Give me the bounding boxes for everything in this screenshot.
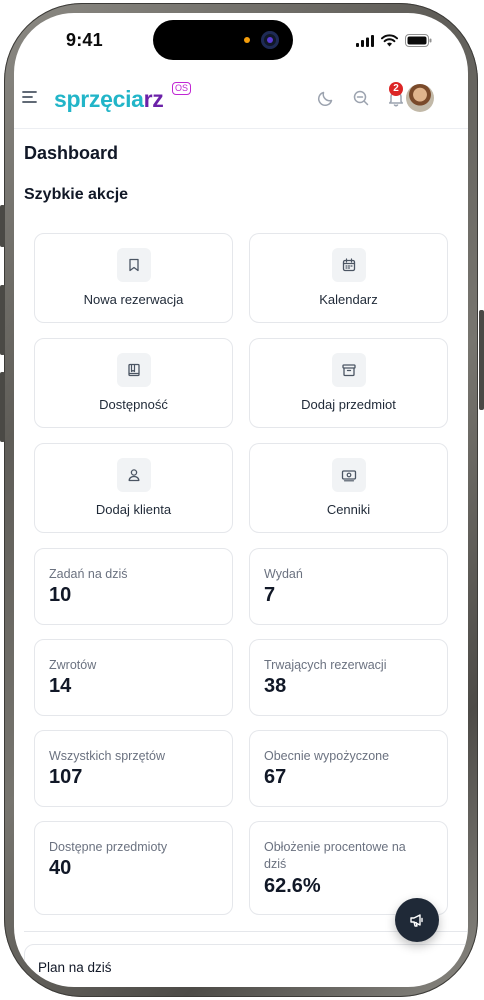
zoom-out-icon[interactable] xyxy=(351,88,371,108)
quick-action-icon-box xyxy=(332,458,366,492)
quick-action-availability[interactable]: Dostępność xyxy=(34,338,233,428)
phone-action-button xyxy=(0,205,5,247)
quick-action-icon-box xyxy=(117,458,151,492)
stat-label: Obecnie wypożyczone xyxy=(264,749,390,763)
stat-value: 62.6% xyxy=(264,875,321,897)
user-icon xyxy=(128,469,140,482)
logo-text: sprzęcia xyxy=(54,86,144,112)
banknote-icon xyxy=(341,470,357,482)
stat-label: Trwających rezerwacji xyxy=(264,658,387,672)
stat-value: 107 xyxy=(49,766,83,788)
quick-action-label: Dodaj przedmiot xyxy=(301,397,396,412)
app-logo[interactable]: sprzęciarz xyxy=(54,86,164,113)
phone-screen: 9:41 sprzęciarz OS 2 Dashboard Szybkie a… xyxy=(14,13,468,987)
quick-actions-title: Szybkie akcje xyxy=(24,186,129,203)
stat-label: Zwrotów xyxy=(49,658,97,672)
page-title: Dashboard xyxy=(24,143,119,163)
battery-icon xyxy=(405,34,432,47)
book-icon xyxy=(128,363,140,377)
stat-value: 67 xyxy=(264,766,287,788)
feedback-button[interactable] xyxy=(395,898,439,942)
quick-action-calendar[interactable]: Kalendarz xyxy=(249,233,448,323)
plan-title: Plan na dziś xyxy=(38,960,112,975)
quick-action-add-item[interactable]: Dodaj przedmiot xyxy=(249,338,448,428)
moon-icon[interactable] xyxy=(316,88,336,108)
stat-label: Wszystkich sprzętów xyxy=(49,749,165,763)
phone-volume-up xyxy=(0,285,5,355)
stat-value: 10 xyxy=(49,584,72,606)
app-header: sprzęciarz OS 2 xyxy=(14,70,468,129)
stat-label: Dostępne przedmioty xyxy=(49,840,168,854)
logo-text-accent: rz xyxy=(143,86,164,112)
logo-badge: OS xyxy=(172,82,192,95)
bookmark-icon xyxy=(129,258,139,272)
quick-action-icon-box xyxy=(117,353,151,387)
quick-action-label: Nowa rezerwacja xyxy=(83,292,184,307)
calendar-icon xyxy=(342,258,356,272)
quick-action-label: Kalendarz xyxy=(319,292,378,307)
quick-action-add-client[interactable]: Dodaj klienta xyxy=(34,443,233,533)
stat-card-all-equipment: Wszystkich sprzętów 107 xyxy=(34,730,233,807)
menu-icon[interactable] xyxy=(20,87,40,107)
stat-card-currently-rented: Obecnie wypożyczone 67 xyxy=(249,730,448,807)
stat-card-available-items: Dostępne przedmioty 40 xyxy=(34,821,233,915)
stat-label: Obłożenie procentowe na dziś xyxy=(264,840,406,871)
quick-action-icon-box xyxy=(117,248,151,282)
phone-power-button xyxy=(479,310,484,410)
stat-value: 38 xyxy=(264,675,287,697)
stat-value: 40 xyxy=(49,857,72,879)
stat-label: Zadań na dziś xyxy=(49,567,128,581)
stat-label: Wydań xyxy=(264,567,303,581)
wifi-icon xyxy=(381,34,398,47)
megaphone-icon xyxy=(410,914,423,927)
quick-action-icon-box xyxy=(332,353,366,387)
quick-action-new-reservation[interactable]: Nowa rezerwacja xyxy=(34,233,233,323)
archive-icon xyxy=(342,364,356,377)
stat-value: 14 xyxy=(49,675,72,697)
signal-icon xyxy=(356,35,374,47)
user-avatar[interactable] xyxy=(406,84,434,112)
stat-card-ongoing-reservations: Trwających rezerwacji 38 xyxy=(249,639,448,716)
stat-value: 7 xyxy=(264,584,276,606)
stat-card-tasks-today: Zadań na dziś 10 xyxy=(34,548,233,625)
quick-action-label: Dostępność xyxy=(99,397,168,412)
dynamic-island xyxy=(153,20,293,60)
quick-action-price-lists[interactable]: Cenniki xyxy=(249,443,448,533)
status-icons xyxy=(356,34,432,47)
quick-action-label: Cenniki xyxy=(326,502,371,517)
phone-volume-down xyxy=(0,372,5,442)
quick-action-label: Dodaj klienta xyxy=(95,502,172,517)
quick-action-icon-box xyxy=(332,248,366,282)
status-time: 9:41 xyxy=(66,30,103,50)
front-camera xyxy=(261,31,279,49)
privacy-indicator-dot xyxy=(244,37,250,43)
notification-count-badge: 2 xyxy=(389,82,403,96)
stat-card-returns: Zwrotów 14 xyxy=(34,639,233,716)
stat-card-issues: Wydań 7 xyxy=(249,548,448,625)
